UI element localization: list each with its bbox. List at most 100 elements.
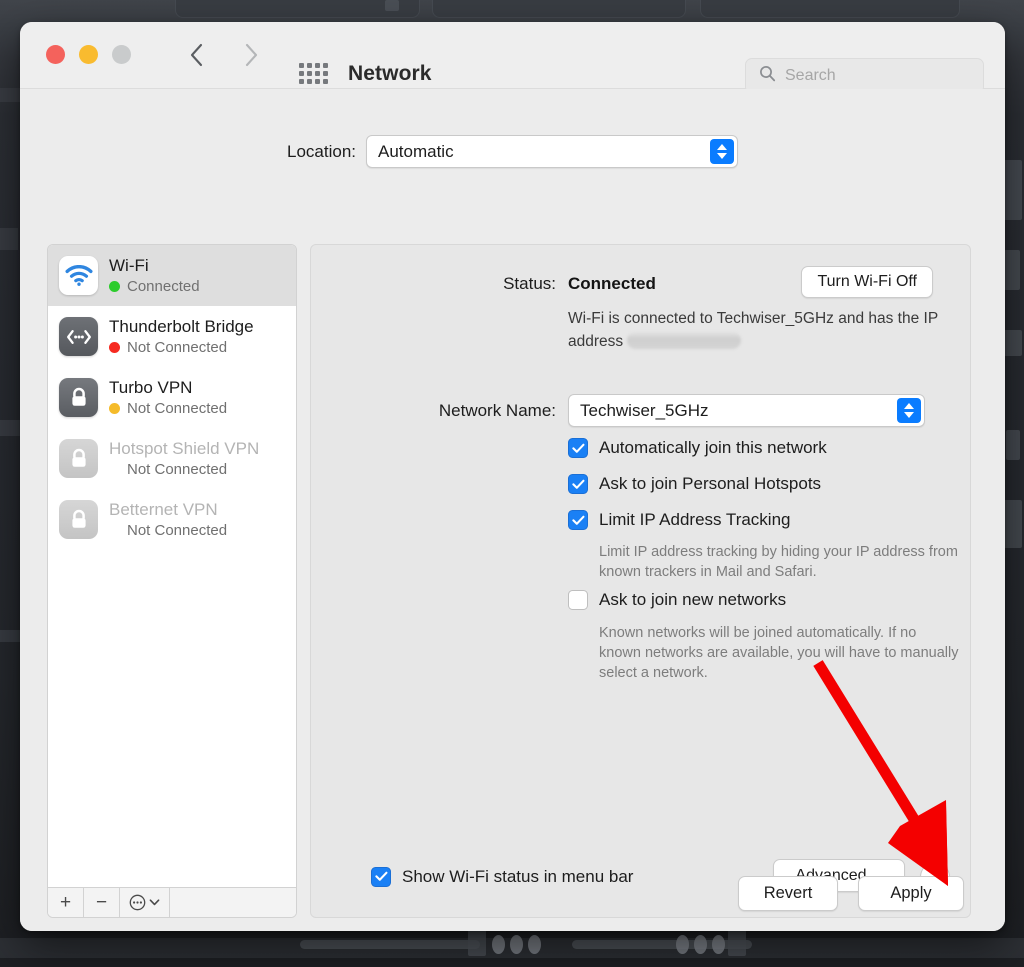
revert-button[interactable]: Revert (738, 876, 838, 911)
show-wifi-status-label: Show Wi-Fi status in menu bar (402, 867, 634, 886)
sidebar-item-status-label: Not Connected (127, 400, 228, 417)
checkbox-row-show-wifi-status[interactable]: Show Wi-Fi status in menu bar (371, 866, 633, 887)
sidebar-item-thunderbolt-bridge[interactable]: Thunderbolt Bridge Not Connected (48, 306, 296, 367)
grid-view-icon (306, 62, 312, 68)
background-window (432, 0, 686, 18)
sidebar-item-text: Wi-Fi Connected (109, 255, 200, 296)
wifi-icon (59, 256, 98, 295)
checkbox-row-personal-hotspots[interactable]: Ask to join Personal Hotspots (568, 473, 821, 494)
grid-view-icon (298, 62, 304, 68)
sidebar-item-text: Hotspot Shield VPN Not Connected (109, 438, 259, 479)
network-name-label: Network Name: (438, 400, 556, 420)
grid-view-icon (314, 62, 320, 68)
location-value: Automatic (378, 141, 454, 161)
background-detail (712, 935, 725, 954)
checkmark-icon (571, 479, 584, 489)
chevron-right-icon (245, 43, 258, 67)
turn-wifi-off-button[interactable]: Turn Wi-Fi Off (801, 266, 933, 298)
search-input[interactable] (785, 67, 955, 85)
grid-view-icon (298, 70, 304, 76)
limit-ip-tracking-checkbox[interactable] (568, 510, 588, 530)
location-select[interactable]: Automatic (366, 135, 738, 168)
grid-view-icon (322, 78, 328, 84)
background-detail (510, 935, 523, 954)
sidebar-item-status: Connected (109, 277, 200, 296)
status-dot-icon (109, 342, 120, 353)
background-detail (1002, 330, 1022, 356)
grid-view-icon (314, 70, 320, 76)
network-name-value: Techwiser_5GHz (580, 400, 709, 420)
sidebar-item-betternet-vpn[interactable]: Betternet VPN Not Connected (48, 489, 296, 550)
location-label: Location: (287, 141, 356, 161)
sidebar-item-label: Hotspot Shield VPN (109, 439, 260, 458)
sidebar-item-hotspot-shield-vpn[interactable]: Hotspot Shield VPN Not Connected (48, 428, 296, 489)
ask-new-networks-checkbox[interactable] (568, 590, 588, 610)
chevron-left-icon (190, 43, 203, 67)
vpn-lock-icon (59, 378, 98, 417)
chevron-updown-icon[interactable] (710, 139, 734, 164)
wifi-settings-pane: Status: Connected Turn Wi-Fi Off Wi-Fi i… (310, 244, 971, 918)
sidebar-item-wi-fi[interactable]: Wi-Fi Connected (48, 245, 296, 306)
remove-service-button[interactable]: − (84, 888, 120, 917)
status-detail-label: Wi-Fi is connected to Techwiser_5GHz and… (568, 310, 938, 350)
apply-button[interactable]: Apply (858, 876, 964, 911)
sidebar-toolbar-spacer (170, 888, 296, 917)
sidebar-item-text: Thunderbolt Bridge Not Connected (109, 316, 254, 357)
background-detail (0, 420, 22, 436)
background-window (175, 0, 420, 18)
grid-view-icon (306, 70, 312, 76)
grid-view-icon (314, 78, 320, 84)
service-actions-button[interactable] (120, 888, 170, 917)
vpn-lock-icon (59, 500, 98, 539)
back-button[interactable] (181, 40, 211, 70)
background-detail (694, 935, 707, 954)
sidebar-item-status: Not Connected (109, 460, 259, 479)
checkbox-row-limit-ip-tracking[interactable]: Limit IP Address Tracking (568, 509, 791, 530)
background-detail (728, 928, 746, 956)
ask-new-networks-help: Known networks will be joined automatica… (599, 625, 959, 681)
chevron-down-icon (149, 899, 160, 906)
close-window-button[interactable] (46, 45, 65, 64)
sidebar-item-turbo-vpn[interactable]: Turbo VPN Not Connected (48, 367, 296, 428)
minimize-window-button[interactable] (79, 45, 98, 64)
ask-new-networks-label: Ask to join new networks (599, 590, 787, 609)
show-wifi-status-checkbox[interactable] (371, 866, 391, 887)
auto-join-checkbox[interactable] (568, 438, 588, 458)
checkmark-icon (571, 443, 584, 453)
background-detail (572, 940, 752, 949)
status-value: Connected (568, 274, 656, 293)
background-detail (1002, 160, 1022, 220)
window-titlebar: Network (20, 22, 1005, 94)
checkmark-icon (374, 871, 387, 881)
show-all-preferences-button[interactable] (294, 62, 332, 84)
status-label: Status: (503, 274, 556, 293)
personal-hotspots-label: Ask to join Personal Hotspots (599, 474, 822, 493)
sidebar-item-status-label: Connected (127, 278, 200, 295)
page-title: Network (348, 62, 432, 85)
status-dot-icon (109, 403, 120, 414)
background-detail (0, 88, 22, 102)
network-name-row: Network Name: Techwiser_5GHz (311, 394, 970, 427)
sidebar-item-text: Betternet VPN Not Connected (109, 499, 227, 540)
redacted-ip-address (627, 332, 742, 349)
sidebar-toolbar: + − (48, 887, 296, 917)
network-name-select[interactable]: Techwiser_5GHz (568, 394, 925, 427)
location-row: Location: Automatic (20, 135, 1005, 168)
zoom-window-button[interactable] (112, 45, 131, 64)
status-dot-icon (109, 281, 120, 292)
sidebar-item-label: Betternet VPN (109, 500, 218, 519)
add-service-button[interactable]: + (48, 888, 84, 917)
checkbox-row-auto-join[interactable]: Automatically join this network (568, 437, 827, 458)
checkbox-row-ask-new-networks[interactable]: Ask to join new networks (568, 589, 786, 610)
network-services-sidebar: Wi-Fi Connected Thunderbolt Bridge Not C… (47, 244, 297, 918)
network-preferences-window: Network Location: Automatic (20, 22, 1005, 931)
personal-hotspots-checkbox[interactable] (568, 474, 588, 494)
sidebar-item-status: Not Connected (109, 399, 227, 418)
forward-button[interactable] (237, 40, 267, 70)
background-detail (1004, 250, 1020, 290)
sidebar-item-label: Wi-Fi (109, 256, 149, 275)
background-detail (1002, 500, 1022, 548)
chevron-updown-icon[interactable] (897, 398, 921, 423)
search-icon (759, 65, 776, 87)
sidebar-item-status-label: Not Connected (127, 522, 228, 539)
